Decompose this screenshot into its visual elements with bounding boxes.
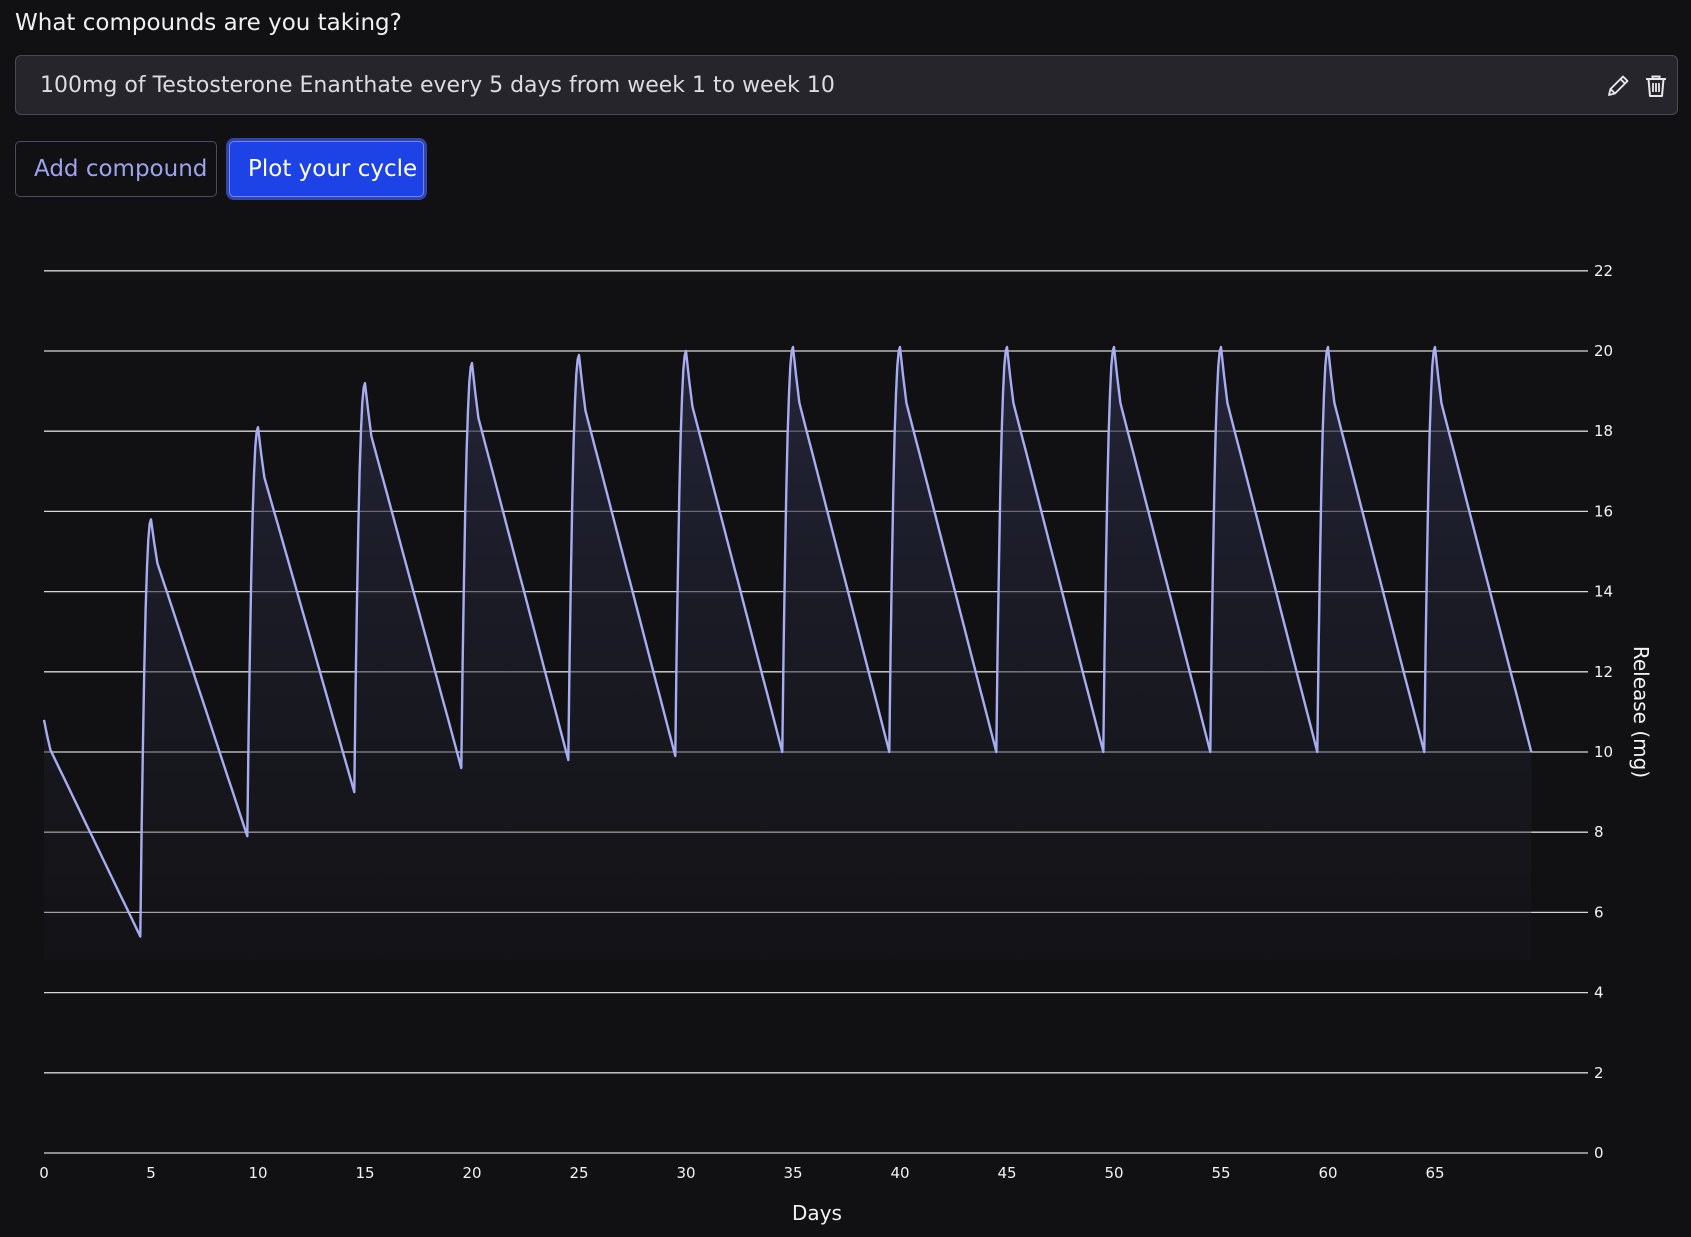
y-tick-label: 18 [1594, 422, 1613, 440]
x-tick-label: 10 [248, 1164, 267, 1182]
y-tick-label: 14 [1594, 583, 1613, 601]
y-axis-title: Release (mg) [1629, 646, 1653, 778]
y-tick-label: 0 [1594, 1144, 1604, 1162]
pencil-icon[interactable] [1604, 72, 1632, 100]
page: 0 2 4 6 8 10 12 14 16 18 20 22 0 5 10 15 20 25 30 35 40 45 50 5… [0, 0, 1691, 1237]
x-tick-label: 30 [676, 1164, 695, 1182]
y-tick-label: 6 [1594, 903, 1604, 921]
y-tick-label: 4 [1594, 984, 1604, 1002]
x-tick-label: 20 [462, 1164, 481, 1182]
x-tick-label: 65 [1425, 1164, 1444, 1182]
x-tick-label: 25 [569, 1164, 588, 1182]
x-tick-label: 15 [355, 1164, 374, 1182]
trash-icon[interactable] [1642, 72, 1670, 100]
y-tick-label: 16 [1594, 502, 1613, 520]
x-tick-label: 55 [1211, 1164, 1230, 1182]
x-tick-label: 5 [146, 1164, 156, 1182]
y-tick-label: 8 [1594, 823, 1604, 841]
y-tick-label: 20 [1594, 342, 1613, 360]
add-compound-button[interactable]: Add compound [15, 141, 217, 197]
x-tick-label: 60 [1318, 1164, 1337, 1182]
plot-cycle-button[interactable]: Plot your cycle [229, 141, 424, 197]
compounds-question: What compounds are you taking? [15, 10, 402, 36]
x-axis-title: Days [792, 1201, 842, 1225]
compound-description: 100mg of Testosterone Enanthate every 5 … [40, 73, 835, 98]
x-tick-label: 0 [39, 1164, 49, 1182]
x-tick-label: 45 [997, 1164, 1016, 1182]
x-tick-label: 50 [1104, 1164, 1123, 1182]
y-tick-label: 10 [1594, 743, 1613, 761]
y-tick-label: 2 [1594, 1064, 1604, 1082]
x-tick-label: 35 [783, 1164, 802, 1182]
y-tick-label: 22 [1594, 262, 1613, 280]
x-tick-label: 40 [890, 1164, 909, 1182]
compound-entry[interactable]: 100mg of Testosterone Enanthate every 5 … [15, 55, 1678, 115]
y-tick-label: 12 [1594, 663, 1613, 681]
